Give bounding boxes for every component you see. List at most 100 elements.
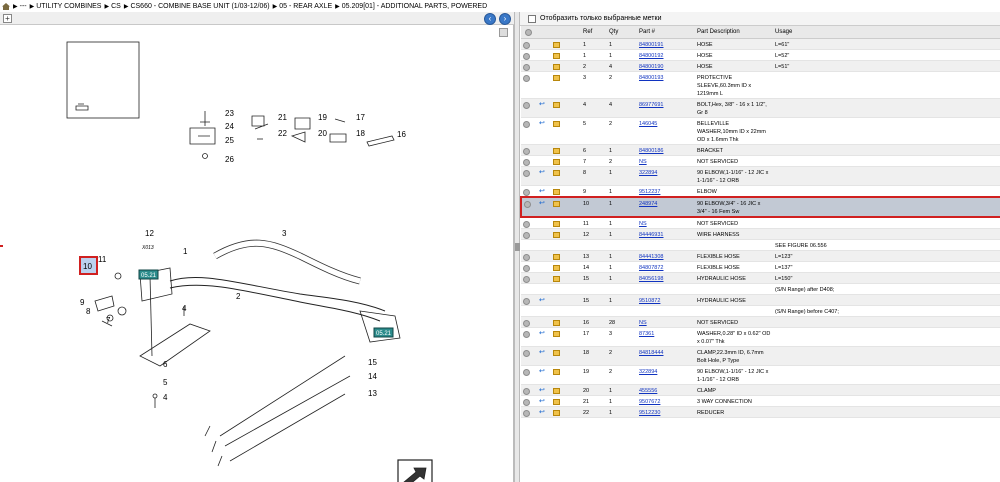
part-number-link[interactable]: 84446931 [639,232,663,238]
part-number-link[interactable]: 84818444 [639,350,663,356]
info-circle-icon[interactable] [523,147,530,155]
info-circle-icon[interactable] [524,200,531,208]
table-row[interactable]: 6 1 84800186 BRACKET [521,144,1000,156]
plus-icon[interactable]: + [3,14,12,23]
info-circle-icon[interactable] [523,41,530,49]
info-circle-icon[interactable] [523,409,530,417]
engine-icon[interactable] [553,220,560,227]
engine-icon[interactable] [553,101,560,108]
info-circle-icon[interactable] [523,319,530,327]
info-circle-icon[interactable] [523,368,530,376]
engine-icon[interactable] [553,52,560,59]
breadcrumb-item[interactable]: 05 - REAR AXLE [279,3,332,10]
engine-icon[interactable] [553,41,560,48]
breadcrumb-item[interactable]: UTILITY COMBINES [36,3,101,10]
return-arrow-icon[interactable]: ↩ [539,200,546,207]
return-arrow-icon[interactable]: ↩ [539,188,546,195]
return-arrow-icon[interactable]: ↩ [539,398,546,405]
part-number-link[interactable]: 87361 [639,331,654,337]
return-arrow-icon[interactable]: ↩ [539,368,546,375]
part-number-link[interactable]: 322894 [639,369,657,375]
breadcrumb-item[interactable]: CS [111,3,121,10]
engine-icon[interactable] [553,158,560,165]
return-arrow-icon[interactable]: ↩ [539,297,546,304]
table-row[interactable]: ↩ 15 1 9510872 HYDRAULIC HOSE [521,294,1000,306]
table-row[interactable]: 3 2 84800193 PROTECTIVE SLEEVE,60.3mm ID x … [521,71,1000,99]
engine-icon[interactable] [553,253,560,260]
engine-icon[interactable] [553,147,560,154]
engine-icon[interactable] [553,409,560,416]
table-row[interactable]: ↩ 10 1 248974 90 ELBOW,3/4" - 16 JIC x 3/4" … [520,195,1000,218]
breadcrumb-item[interactable]: CS660 - COMBINE BASE UNIT (1/03-12/06) [130,3,269,10]
table-row[interactable]: 13 1 84441308 FLEXIBLE HOSE L=123" [521,250,1000,262]
part-number-link[interactable]: 9512237 [639,189,660,195]
info-circle-icon[interactable] [523,398,530,406]
return-arrow-icon[interactable]: ↩ [539,349,546,356]
breadcrumb-item[interactable]: 05.209[01] - ADDITIONAL PARTS, POWERED [342,3,487,10]
table-row[interactable]: 14 1 84807872 FLEXIBLE HOSE L=137" [521,261,1000,273]
part-number-link[interactable]: 84800192 [639,53,663,59]
info-circle-icon[interactable] [523,158,530,166]
col-usage[interactable]: Usage [773,26,1000,39]
table-row[interactable]: ↩ 17 3 87361 WASHER,0.28" ID x 0.62" OD x 0.… [521,327,1000,347]
engine-icon[interactable] [553,368,560,375]
part-number-link[interactable]: 84807872 [639,265,663,271]
info-circle-icon[interactable] [523,253,530,261]
part-number-link[interactable]: 84800191 [639,42,663,48]
table-row[interactable]: ↩ 4 4 86977691 BOLT,Hex, 3/8" - 16 x 1 1/2",… [521,98,1000,118]
part-number-link[interactable]: NS [639,221,647,227]
engine-icon[interactable] [553,398,560,405]
part-number-link[interactable]: 84800193 [639,75,663,81]
engine-icon[interactable] [553,231,560,238]
table-row[interactable]: (S/N Range) before C407; [521,305,1000,317]
engine-icon[interactable] [553,275,560,282]
table-row[interactable]: (S/N Range) after D408; [521,283,1000,295]
info-circle-icon[interactable] [523,101,530,109]
forward-arrow-icon[interactable]: › [499,13,511,25]
table-row[interactable]: 11 1 NS NOT SERVICED [521,216,1000,229]
info-circle-icon[interactable] [523,220,530,228]
info-circle-icon[interactable] [523,63,530,71]
info-circle-icon[interactable] [523,330,530,338]
col-qty[interactable]: Qty [607,26,637,39]
table-row[interactable]: ↩ 8 1 322894 90 ELBOW,1-1/16" - 12 JIC x 1-1… [521,166,1000,186]
engine-icon[interactable] [553,319,560,326]
info-circle-icon[interactable] [523,231,530,239]
part-number-link[interactable]: NS [639,159,647,165]
engine-icon[interactable] [553,63,560,70]
table-row[interactable]: 1 1 84800192 HOSE L=52" [521,49,1000,61]
filter-checkbox[interactable] [528,14,536,23]
info-circle-icon[interactable] [523,169,530,177]
table-row[interactable]: ↩ 5 2 146045 BELLEVILLE WASHER,10mm ID x 22m… [521,117,1000,145]
table-row[interactable]: ↩ 22 1 9512230 REDUCER [521,406,1000,418]
info-circle-icon[interactable] [523,297,530,305]
return-arrow-icon[interactable]: ↩ [539,101,546,108]
info-circle-icon[interactable] [525,28,532,36]
home-icon[interactable] [2,2,10,10]
table-row[interactable]: ↩ 9 1 9512237 ELBOW [521,185,1000,197]
engine-icon[interactable] [553,169,560,176]
info-circle-icon[interactable] [523,52,530,60]
return-arrow-icon[interactable]: ↩ [539,409,546,416]
part-number-link[interactable]: 248974 [639,201,657,207]
info-circle-icon[interactable] [523,120,530,128]
engine-icon[interactable] [553,120,560,127]
engine-icon[interactable] [553,264,560,271]
back-arrow-icon[interactable]: ‹ [484,13,496,25]
part-number-link[interactable]: 455556 [639,388,657,394]
return-arrow-icon[interactable]: ↩ [539,169,546,176]
engine-icon[interactable] [553,330,560,337]
col-ref[interactable]: Ref [581,26,607,39]
part-number-link[interactable]: 9507672 [639,399,660,405]
table-row[interactable]: 2 4 84800190 HOSE L=51" [521,60,1000,72]
info-circle-icon[interactable] [523,74,530,82]
part-number-link[interactable]: 322894 [639,170,657,176]
info-circle-icon[interactable] [523,188,530,196]
table-row[interactable]: 12 1 84446931 WIRE HARNESS [521,228,1000,240]
table-row[interactable]: ↩ 21 1 9507672 3 WAY CONNECTION [521,395,1000,407]
info-circle-icon[interactable] [523,387,530,395]
part-number-link[interactable]: 84441308 [639,254,663,260]
info-circle-icon[interactable] [523,349,530,357]
part-number-link[interactable]: 9510872 [639,298,660,304]
part-number-link[interactable]: 84056198 [639,276,663,282]
